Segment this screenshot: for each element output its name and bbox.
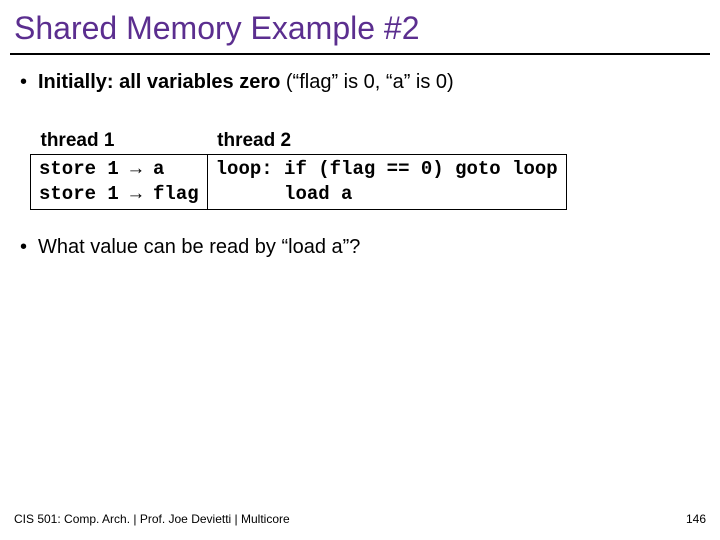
title-underline [10, 53, 710, 55]
thread2-code: loop: if (flag == 0) goto loop load a [207, 155, 566, 210]
thread2-header: thread 2 [207, 128, 566, 155]
thread1-code: store 1 → a store 1 → flag [31, 155, 208, 210]
bullet-list-2: What value can be read by “load a”? [0, 234, 720, 261]
footer-left: CIS 501: Comp. Arch. | Prof. Joe Deviett… [14, 512, 290, 526]
bullet-initially-bold: Initially: all variables zero [38, 71, 280, 93]
bullet-initially: Initially: all variables zero (“flag” is… [18, 69, 702, 96]
bullet-list: Initially: all variables zero (“flag” is… [0, 69, 720, 96]
slide-footer: CIS 501: Comp. Arch. | Prof. Joe Deviett… [14, 512, 706, 526]
slide-title: Shared Memory Example #2 [0, 0, 720, 53]
footer-page-number: 146 [686, 512, 706, 526]
thread-code-table: thread 1 thread 2 store 1 → a store 1 → … [30, 128, 567, 210]
bullet-initially-rest: (“flag” is 0, “a” is 0) [280, 71, 453, 93]
bullet-question: What value can be read by “load a”? [18, 234, 702, 261]
thread1-header: thread 1 [31, 128, 208, 155]
